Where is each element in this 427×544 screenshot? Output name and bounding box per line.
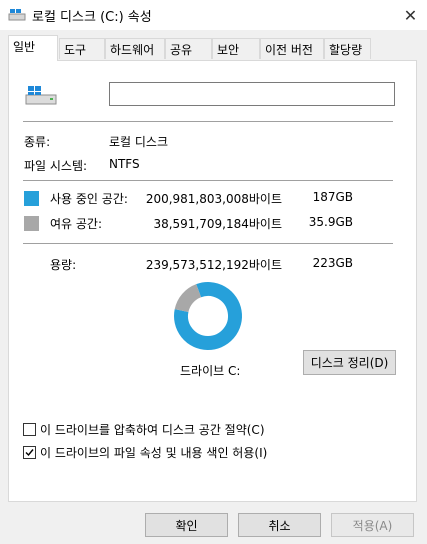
drive-icon bbox=[8, 9, 26, 21]
tab-quota[interactable]: 할당량 bbox=[324, 38, 371, 59]
separator bbox=[23, 121, 393, 122]
usage-donut-chart bbox=[174, 282, 242, 350]
free-space-bytes: 38,591,709,184바이트 bbox=[153, 217, 282, 231]
index-checkbox[interactable] bbox=[23, 446, 36, 459]
capacity-label: 용량: bbox=[50, 258, 77, 272]
apply-button[interactable]: 적용(A) bbox=[331, 513, 414, 537]
free-space-size: 35.9GB bbox=[308, 215, 353, 229]
cancel-button[interactable]: 취소 bbox=[238, 513, 321, 537]
checkmark-icon bbox=[25, 449, 34, 457]
tab-sharing[interactable]: 공유 bbox=[165, 38, 212, 59]
compress-checkbox-label[interactable]: 이 드라이브를 압축하여 디스크 공간 절약(C) bbox=[40, 421, 265, 438]
separator bbox=[23, 243, 393, 244]
used-space-size: 187GB bbox=[312, 190, 353, 204]
capacity-size: 223GB bbox=[312, 256, 353, 270]
index-checkbox-label[interactable]: 이 드라이브의 파일 속성 및 내용 색인 허용(I) bbox=[40, 444, 267, 461]
tab-previous-versions[interactable]: 이전 버전 bbox=[260, 38, 324, 59]
disk-cleanup-button[interactable]: 디스크 정리(D) bbox=[303, 350, 396, 375]
free-space-swatch bbox=[24, 216, 39, 231]
window-title: 로컬 디스크 (C:) 속성 bbox=[32, 10, 152, 25]
file-system-label: 파일 시스템: bbox=[24, 159, 88, 173]
separator bbox=[23, 180, 393, 181]
tab-security[interactable]: 보안 bbox=[212, 38, 260, 59]
tab-tools[interactable]: 도구 bbox=[59, 38, 105, 59]
used-space-swatch bbox=[24, 191, 39, 206]
type-value: 로컬 디스크 bbox=[109, 135, 169, 149]
close-button[interactable]: ✕ bbox=[394, 0, 427, 30]
used-space-bytes: 200,981,803,008바이트 bbox=[145, 192, 282, 206]
free-space-label: 여유 공간: bbox=[50, 217, 103, 231]
capacity-bytes: 239,573,512,192바이트 bbox=[145, 258, 282, 272]
drive-icon-large bbox=[25, 86, 57, 105]
drive-letter-label: 드라이브 C: bbox=[180, 364, 241, 378]
tab-hardware[interactable]: 하드웨어 bbox=[105, 38, 165, 59]
file-system-value: NTFS bbox=[109, 157, 140, 171]
drive-name-input[interactable] bbox=[109, 82, 395, 106]
used-space-label: 사용 중인 공간: bbox=[50, 192, 128, 206]
compress-checkbox[interactable] bbox=[23, 423, 36, 436]
donut-slice-free bbox=[174, 284, 202, 313]
ok-button[interactable]: 확인 bbox=[145, 513, 228, 537]
tab-general[interactable]: 일반 bbox=[8, 35, 58, 61]
type-label: 종류: bbox=[24, 135, 51, 149]
